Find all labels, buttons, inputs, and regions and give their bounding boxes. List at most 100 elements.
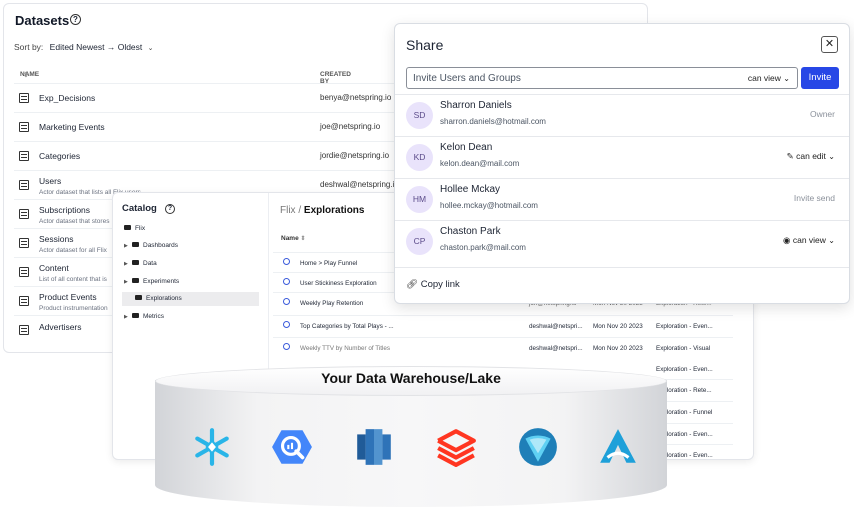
user-name: Sharron Daniels	[440, 100, 512, 111]
invite-input-placeholder: Invite Users and Groups	[413, 73, 521, 84]
folder-icon	[132, 242, 139, 247]
avatar: KD	[406, 144, 433, 171]
exploration-name[interactable]: Weekly TTV by Number of Titles	[300, 345, 390, 352]
avatar: SD	[406, 102, 433, 129]
user-row: CP Chaston Park chaston.park@mail.com ◉ …	[395, 220, 849, 262]
dataset-created-by: deshwal@netspring.io	[320, 180, 399, 189]
dataset-name[interactable]: Content	[39, 263, 69, 273]
help-icon[interactable]: ?	[70, 14, 81, 25]
close-button[interactable]: ✕	[821, 36, 838, 53]
databricks-logo	[437, 429, 476, 467]
user-email: chaston.park@mail.com	[440, 243, 526, 252]
dataset-name[interactable]: Categories	[39, 151, 80, 161]
bigquery-logo	[272, 430, 312, 464]
permission-select[interactable]: ✎ can edit ⌄	[787, 151, 835, 162]
datasets-title: Datasets	[15, 13, 70, 28]
chevron-right-icon[interactable]: ▶	[124, 310, 132, 324]
avatar: HM	[406, 186, 433, 213]
link-icon: 🔗︎	[406, 279, 419, 290]
tree-item-explorations[interactable]: Explorations	[122, 292, 259, 306]
table-icon	[19, 151, 29, 161]
chevron-right-icon[interactable]: ▶	[124, 257, 132, 271]
sort-icon: ⇕	[23, 72, 29, 79]
breadcrumb: Flix / Explorations	[280, 205, 365, 216]
exploration-date: Mon Nov 20 2023	[593, 345, 643, 352]
table-icon	[19, 122, 29, 132]
permission-select[interactable]: ◉ can view ⌄	[783, 235, 835, 246]
warehouse-title: Your Data Warehouse/Lake	[321, 370, 501, 386]
breadcrumb-current: Explorations	[303, 205, 365, 216]
tree-item-experiments[interactable]: ▶ Experiments	[124, 275, 179, 289]
sort-control[interactable]: Sort by: Edited Newest → Oldest ⌄	[14, 42, 154, 52]
table-icon	[19, 180, 29, 190]
invite-status: Invite send	[793, 193, 835, 203]
dataset-name[interactable]: Subscriptions	[39, 205, 90, 215]
chevron-right-icon[interactable]: ▶	[124, 239, 132, 253]
table-row[interactable]: Weekly TTV by Number of Titles deshwal@ne…	[273, 337, 733, 357]
folder-icon	[124, 225, 131, 230]
chevron-down-icon: ⌄	[147, 45, 154, 52]
user-row: SD Sharron Daniels sharron.daniels@hotma…	[395, 94, 849, 136]
folder-icon	[132, 278, 139, 283]
table-icon	[19, 325, 29, 335]
snowflake-logo	[195, 428, 229, 466]
user-name: Kelon Dean	[440, 142, 493, 153]
catalog-title: Catalog	[122, 203, 157, 214]
invite-permission-select[interactable]: can view ⌄	[748, 73, 790, 83]
sort-label: Sort by:	[14, 42, 44, 52]
eye-icon: ◉	[783, 235, 791, 245]
exploration-name[interactable]: Home > Play Funnel	[300, 260, 357, 267]
chevron-right-icon[interactable]: ▶	[124, 275, 132, 289]
dataset-name[interactable]: Product Events	[39, 292, 97, 302]
tree-item-data[interactable]: ▶ Data	[124, 257, 157, 271]
copy-link-button[interactable]: 🔗︎ Copy link	[406, 279, 460, 290]
table-icon	[19, 93, 29, 103]
dataset-description: List of all content that is	[39, 276, 107, 283]
exploration-created-by: deshwal@netspri...	[529, 345, 583, 352]
help-icon[interactable]: ?	[165, 204, 175, 214]
dataset-name[interactable]: Advertisers	[39, 322, 82, 332]
user-email: sharron.daniels@hotmail.com	[440, 117, 546, 126]
exploration-name[interactable]: Weekly Play Retention	[300, 300, 363, 307]
dialog-title: Share	[406, 37, 444, 53]
breadcrumb-root[interactable]: Flix	[280, 205, 296, 216]
exploration-type: Exploration - Visual	[656, 345, 711, 352]
divider	[395, 267, 849, 268]
table-icon	[19, 238, 29, 248]
folder-icon	[132, 260, 139, 265]
chevron-down-icon: ⌄	[828, 152, 835, 161]
dataset-name[interactable]: Marketing Events	[39, 122, 105, 132]
column-header-name[interactable]: Name ⇕	[281, 235, 306, 242]
invite-button[interactable]: Invite	[801, 67, 839, 89]
exploration-date: Mon Nov 20 2023	[593, 323, 643, 330]
exploration-name[interactable]: User Stickiness Exploration	[300, 280, 377, 287]
user-role: Owner	[809, 109, 835, 119]
user-email: hollee.mckay@hotmail.com	[440, 201, 538, 210]
folder-icon	[132, 313, 139, 318]
table-icon	[19, 296, 29, 306]
table-row[interactable]: Top Categories by Total Plays - ... deshw…	[273, 315, 733, 335]
lightbulb-icon	[283, 258, 290, 265]
redshift-logo	[357, 429, 391, 465]
chevron-down-icon: ⌄	[783, 74, 790, 83]
invite-input[interactable]: Invite Users and Groups can view ⌄	[406, 67, 798, 89]
tree-item-metrics[interactable]: ▶ Metrics	[124, 310, 164, 324]
user-name: Chaston Park	[440, 226, 501, 237]
tree-item-dashboards[interactable]: ▶ Dashboards	[124, 239, 178, 253]
chevron-down-icon: ⌄	[828, 236, 835, 245]
exploration-name[interactable]: Top Categories by Total Plays - ...	[300, 323, 394, 330]
avatar: CP	[406, 228, 433, 255]
table-icon	[19, 209, 29, 219]
data-warehouse-cylinder: Your Data Warehouse/Lake	[155, 366, 667, 507]
user-email: kelon.dean@mail.com	[440, 159, 520, 168]
user-row: HM Hollee Mckay hollee.mckay@hotmail.com…	[395, 178, 849, 220]
athena-logo	[600, 429, 636, 463]
dataset-name[interactable]: Sessions	[39, 234, 74, 244]
dataset-name[interactable]: Users	[39, 176, 61, 186]
dataset-description: Actor dataset for all Flix	[39, 247, 107, 254]
dataset-created-by: joe@netspring.io	[320, 122, 381, 131]
folder-icon	[135, 295, 142, 300]
sort-value[interactable]: Edited Newest → Oldest	[50, 42, 143, 52]
tree-item-flix[interactable]: Flix	[124, 222, 145, 236]
dataset-name[interactable]: Exp_Decisions	[39, 93, 95, 103]
